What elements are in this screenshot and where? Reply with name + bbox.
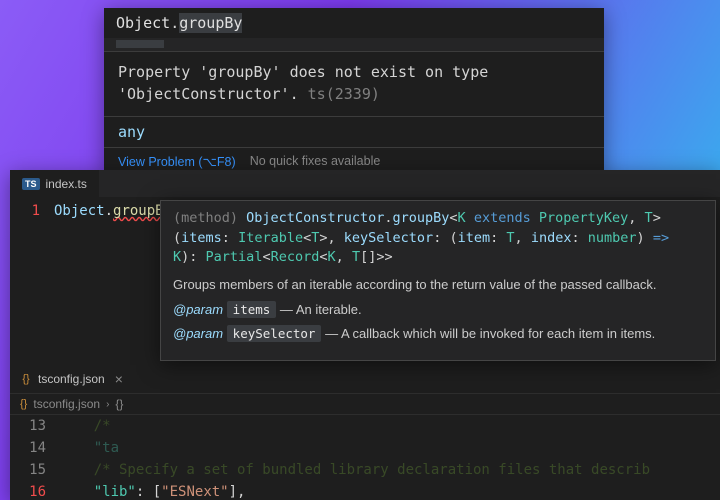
editor-window: TS index.ts 1 Object.groupBy (method) Ob… (10, 170, 720, 500)
error-code-line: Object.groupBy (104, 8, 604, 38)
error-code: ts(2339) (308, 85, 380, 103)
error-message-line1: Property 'groupBy' does not exist on typ… (118, 63, 488, 81)
tsconfig-tab-strip: {} tsconfig.json × (10, 365, 133, 393)
code-token-dot: . (170, 14, 179, 32)
tsconfig-line-15[interactable]: 15 /* Specify a set of bundled library d… (10, 459, 720, 481)
line-number-1: 1 (10, 200, 54, 222)
param-name-keyselector: keySelector (227, 325, 322, 342)
token-dot: . (105, 203, 113, 219)
breadcrumb[interactable]: {} tsconfig.json › {} (10, 393, 720, 415)
code-content: /* Specify a set of bundled library decl… (60, 459, 720, 481)
error-selection-bar (104, 38, 604, 52)
error-inferred-type: any (104, 117, 604, 148)
tab-label-tsconfig: tsconfig.json (38, 372, 105, 386)
signature-block: (method) ObjectConstructor.groupBy<K ext… (173, 209, 703, 268)
typescript-icon: TS (22, 178, 40, 190)
chevron-right-icon: › (106, 399, 109, 410)
tsconfig-line-16[interactable]: 16 "lib": ["ESNext"], (10, 481, 720, 500)
tsconfig-line-14[interactable]: 14 "ta (10, 437, 720, 459)
line-number: 13 (10, 415, 60, 437)
line-number: 14 (10, 437, 60, 459)
no-quick-fix-label: No quick fixes available (250, 154, 381, 168)
param-tag: @param (173, 302, 223, 317)
param-desc-items: — An iterable. (276, 302, 361, 317)
breadcrumb-file[interactable]: tsconfig.json (33, 397, 100, 411)
doc-body: Groups members of an iterable according … (173, 276, 703, 345)
doc-param-keyselector: @param keySelector — A callback which wi… (173, 325, 703, 344)
json-icon: {} (20, 373, 32, 385)
param-desc-keyselector: — A callback which will be invoked for e… (321, 326, 655, 341)
error-message-line2: 'ObjectConstructor'. (118, 85, 299, 103)
code-content: "ta (60, 437, 720, 459)
tsconfig-line-13[interactable]: 13 /* (10, 415, 720, 437)
tab-tsconfig[interactable]: {} tsconfig.json × (10, 365, 133, 393)
code-content: /* (60, 415, 720, 437)
signature-doc-panel: (method) ObjectConstructor.groupBy<K ext… (160, 200, 716, 361)
token-object: Object (54, 203, 105, 219)
error-message: Property 'groupBy' does not exist on typ… (104, 52, 604, 117)
json-icon: {} (20, 398, 27, 410)
code-token-object: Object (116, 14, 170, 32)
code-content: "lib": ["ESNext"], (60, 481, 720, 500)
doc-param-items: @param items — An iterable. (173, 301, 703, 320)
line-number: 15 (10, 459, 60, 481)
tab-strip: TS index.ts (10, 170, 720, 198)
error-hover-panel: Object.groupBy Property 'groupBy' does n… (104, 8, 604, 175)
view-problem-link[interactable]: View Problem (⌥F8) (118, 154, 236, 169)
code-token-method: groupBy (179, 13, 242, 33)
breadcrumb-scope[interactable]: {} (115, 397, 123, 411)
line-number: 16 (10, 481, 60, 500)
tab-label: index.ts (46, 177, 87, 191)
tsconfig-code-area[interactable]: 13 /* 14 "ta 15 /* Specify a set of bund… (10, 415, 720, 500)
tab-index-ts[interactable]: TS index.ts (10, 170, 100, 197)
param-name-items: items (227, 301, 277, 318)
close-icon[interactable]: × (115, 371, 123, 387)
doc-description: Groups members of an iterable according … (173, 276, 703, 295)
param-tag: @param (173, 326, 223, 341)
